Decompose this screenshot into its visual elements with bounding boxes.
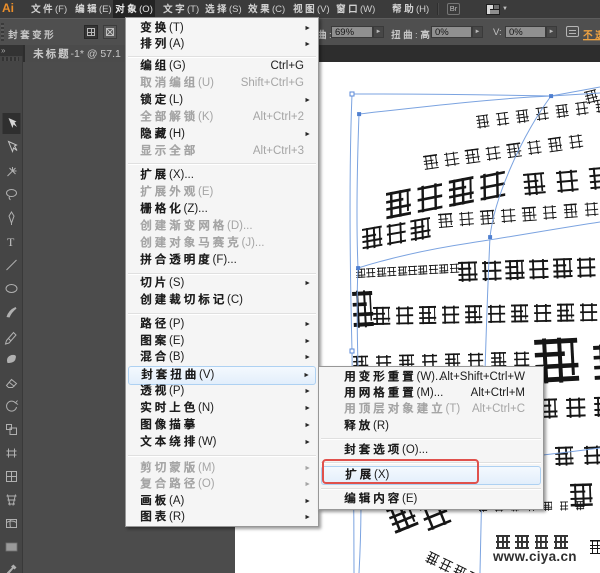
svg-text:T: T: [7, 235, 15, 249]
